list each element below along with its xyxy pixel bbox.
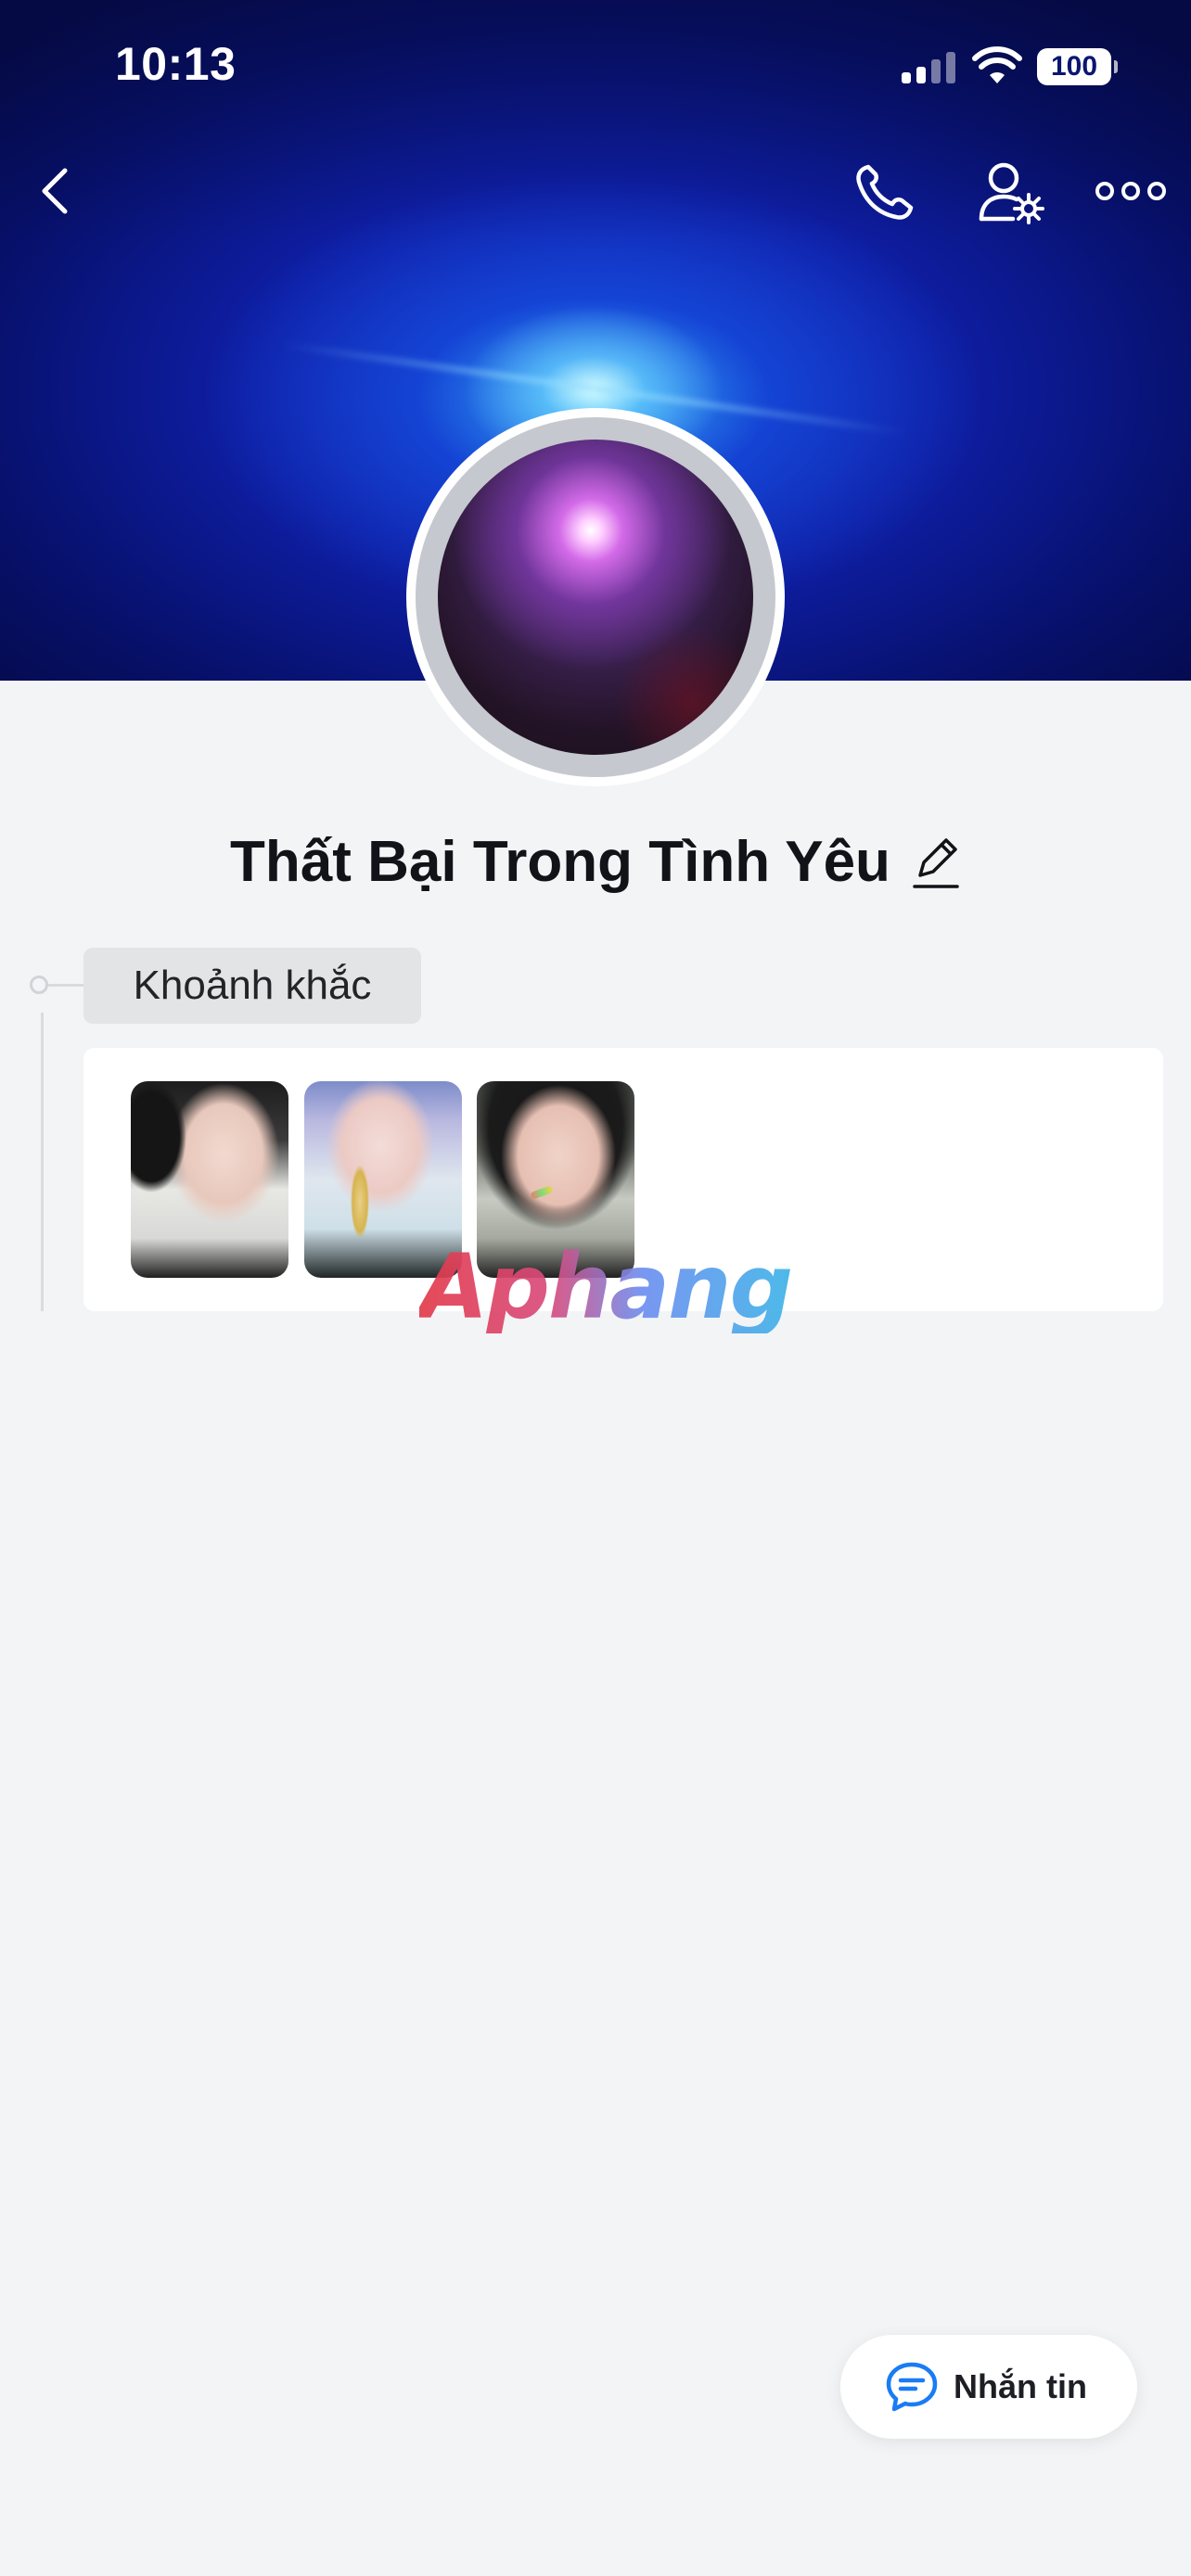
moments-label[interactable]: Khoảnh khắc bbox=[83, 948, 421, 1024]
watermark-logo: Aphang bbox=[419, 1235, 793, 1339]
message-button[interactable]: Nhắn tin bbox=[840, 2335, 1137, 2439]
back-icon[interactable] bbox=[26, 158, 87, 224]
phone-icon[interactable] bbox=[852, 159, 916, 224]
pencil-icon[interactable] bbox=[911, 835, 961, 890]
user-settings-icon[interactable] bbox=[976, 159, 1046, 226]
more-icon[interactable] bbox=[1095, 172, 1167, 210]
profile-header: Thất Bại Trong Tình Yêu bbox=[0, 825, 1191, 899]
moment-thumbnail[interactable] bbox=[131, 1081, 288, 1278]
wifi-icon bbox=[972, 46, 1022, 83]
signal-icon bbox=[902, 52, 957, 83]
battery-icon: 100 bbox=[1037, 48, 1118, 85]
timeline-line bbox=[41, 1013, 44, 1311]
avatar[interactable] bbox=[438, 440, 753, 755]
chat-bubble-icon bbox=[886, 2362, 938, 2412]
timeline-branch bbox=[48, 984, 83, 987]
message-button-label: Nhắn tin bbox=[954, 2367, 1087, 2405]
status-time: 10:13 bbox=[115, 38, 237, 90]
profile-name: Thất Bại Trong Tình Yêu bbox=[230, 830, 890, 894]
profile-screen: 10:13 100 Thất Bại Trong Tình Yêu Khoảnh… bbox=[0, 0, 1191, 2576]
timeline-dot bbox=[30, 976, 48, 994]
